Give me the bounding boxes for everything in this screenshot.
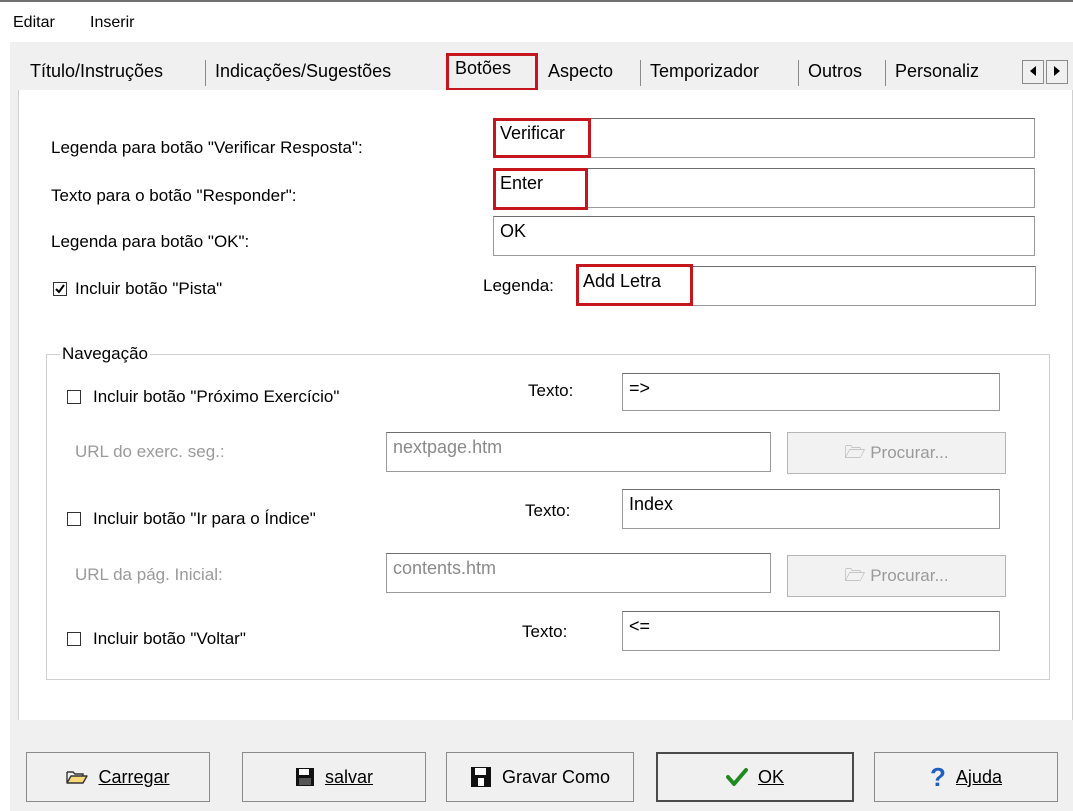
procurar-label-1: Procurar...	[870, 443, 949, 462]
ajuda-button[interactable]: ? Ajuda	[874, 752, 1058, 802]
salvar-button[interactable]: salvar	[242, 752, 426, 802]
tab-aspecto[interactable]: Aspecto	[548, 56, 613, 86]
voltar-texto-input[interactable]: <=	[622, 611, 1000, 651]
proximo-checkbox[interactable]	[67, 390, 81, 404]
url-pag-label: URL da pág. Inicial:	[75, 565, 223, 584]
tab-scroll-left-button[interactable]	[1022, 60, 1044, 84]
procurar-label-2: Procurar...	[870, 566, 949, 585]
floppy-disk-icon	[295, 768, 314, 786]
window-top-edge	[0, 0, 1073, 2]
responder-highlight	[493, 168, 588, 210]
ok-caption-input[interactable]: OK	[493, 216, 1035, 256]
folder-open-icon	[66, 771, 89, 784]
tab-scroll-right-button[interactable]	[1046, 60, 1068, 84]
tab-botoes-highlight	[446, 53, 538, 91]
triangle-right-icon	[1054, 66, 1060, 76]
ok-caption-label: Legenda para botão "OK":	[51, 232, 250, 251]
menu-editar[interactable]: Editar	[13, 14, 55, 32]
tab-personaliz[interactable]: Personaliz	[895, 56, 979, 86]
responder-label: Texto para o botão "Responder":	[51, 186, 297, 205]
gravar-como-label: Gravar Como	[501, 766, 611, 787]
procurar-button-1[interactable]: 🗁 Procurar...	[787, 432, 1006, 474]
url-pag-input[interactable]: contents.htm	[386, 553, 771, 593]
indice-texto-label: Texto:	[525, 501, 571, 520]
legenda-highlight	[576, 264, 693, 306]
checkmark-icon	[55, 284, 65, 294]
indice-checkbox-label: Incluir botão "Ir para o Índice"	[93, 509, 316, 528]
tab-titulo-instrucoes[interactable]: Título/Instruções	[30, 56, 163, 86]
ok-button[interactable]: OK	[656, 752, 854, 802]
salvar-label: salvar	[324, 766, 373, 787]
pista-checkbox-label: Incluir botão "Pista"	[75, 279, 223, 298]
tab-separator	[885, 60, 886, 86]
carregar-button[interactable]: Carregar	[26, 752, 210, 802]
tab-outros[interactable]: Outros	[808, 56, 862, 86]
indice-texto-input[interactable]: Index	[622, 489, 1000, 529]
tab-temporizador[interactable]: Temporizador	[650, 56, 759, 86]
green-check-icon	[725, 768, 748, 786]
voltar-checkbox[interactable]	[67, 632, 81, 646]
carregar-label: Carregar	[98, 766, 170, 787]
folder-open-icon: 🗁	[844, 443, 866, 462]
tab-separator	[205, 60, 206, 86]
navegacao-group-title: Navegação	[60, 344, 151, 364]
gravar-como-button[interactable]: Gravar Como	[446, 752, 634, 802]
verificar-label: Legenda para botão "Verificar Resposta":	[51, 138, 363, 157]
procurar-button-2[interactable]: 🗁 Procurar...	[787, 555, 1006, 597]
url-exerc-input[interactable]: nextpage.htm	[386, 432, 771, 472]
tab-separator	[640, 60, 641, 86]
voltar-checkbox-label: Incluir botão "Voltar"	[93, 629, 246, 648]
indice-checkbox[interactable]	[67, 512, 81, 526]
proximo-checkbox-label: Incluir botão "Próximo Exercício"	[93, 387, 340, 406]
proximo-texto-input[interactable]: =>	[622, 373, 1000, 411]
verificar-highlight	[493, 118, 591, 158]
ok-label: OK	[757, 766, 784, 787]
triangle-left-icon	[1030, 66, 1036, 76]
pista-checkbox[interactable]	[53, 282, 67, 296]
save-as-icon	[470, 767, 491, 787]
menu-bar: Editar Inserir	[0, 6, 1073, 34]
help-question-icon: ?	[930, 761, 946, 792]
url-exerc-label: URL do exerc. seg.:	[75, 442, 225, 461]
menu-inserir[interactable]: Inserir	[90, 14, 134, 32]
tab-indicacoes-sugestoes[interactable]: Indicações/Sugestões	[215, 56, 391, 86]
proximo-texto-label: Texto:	[528, 381, 574, 400]
folder-open-icon: 🗁	[844, 566, 866, 585]
voltar-texto-label: Texto:	[522, 622, 568, 641]
ajuda-label: Ajuda	[955, 766, 1002, 787]
tab-separator	[798, 60, 799, 86]
legenda-label: Legenda:	[483, 276, 554, 295]
